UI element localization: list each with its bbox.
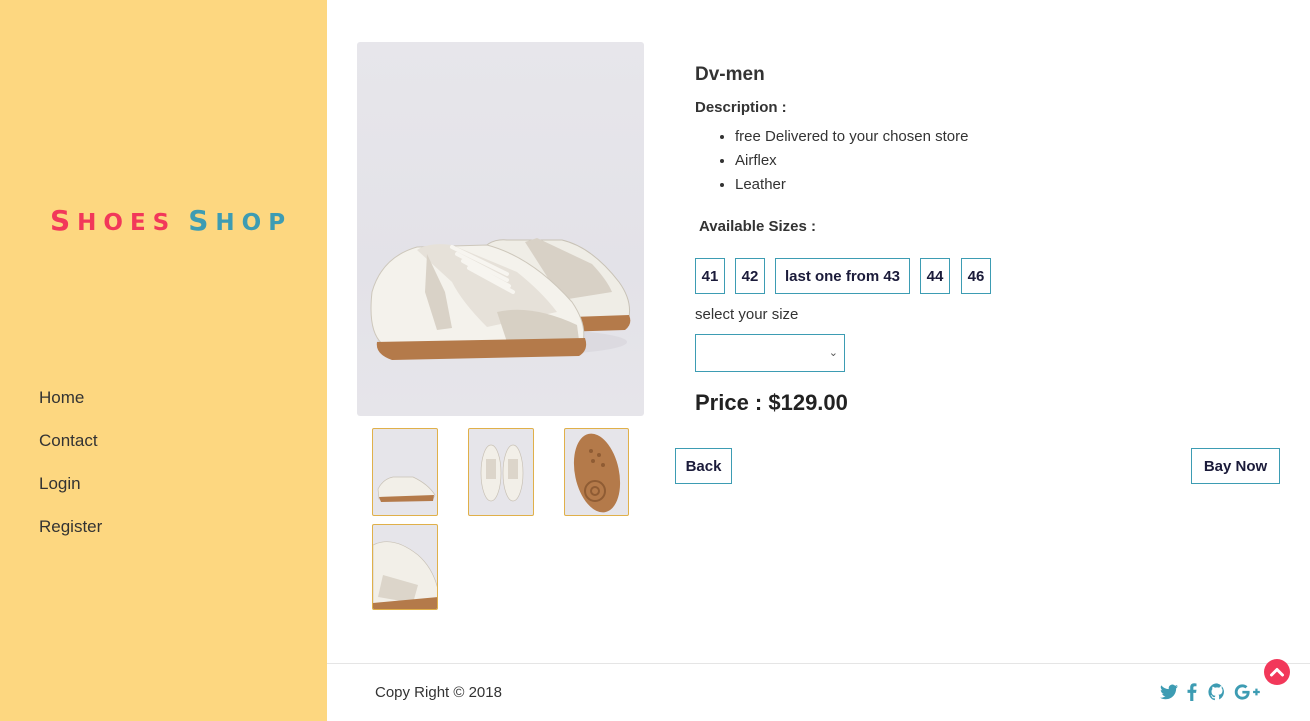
sidebar-nav: Home Contact Login Register <box>39 386 102 558</box>
facebook-icon[interactable] <box>1185 681 1199 703</box>
brand-word-2: hop <box>215 210 293 236</box>
product-main-image <box>357 42 644 416</box>
description-item: Airflex <box>735 151 968 175</box>
description-label: Description : <box>695 99 787 116</box>
size-button-43[interactable]: last one from 43 <box>775 258 910 294</box>
google-plus-icon[interactable] <box>1233 681 1261 703</box>
product-title: Dv-men <box>695 64 765 85</box>
available-sizes-label: Available Sizes : <box>699 218 816 235</box>
brand-initial-1: S <box>50 204 78 237</box>
thumbnail-top-view[interactable] <box>468 428 534 516</box>
footer: Copy Right © 2018 <box>327 663 1310 721</box>
twitter-icon[interactable] <box>1159 681 1179 703</box>
chevron-down-icon: ⌄ <box>828 347 838 359</box>
brand-initial-2: S <box>188 204 216 237</box>
back-button[interactable]: Back <box>675 448 732 484</box>
sidebar: Shoes Shop Home Contact Login Register <box>0 0 327 721</box>
copyright-text: Copy Right © 2018 <box>375 684 502 701</box>
product-price: Price : $129.00 <box>695 390 848 415</box>
size-button-44[interactable]: 44 <box>920 258 950 294</box>
thumbnail-side-view[interactable] <box>372 428 438 516</box>
description-item: Leather <box>735 175 968 199</box>
buy-now-button[interactable]: Bay Now <box>1191 448 1280 484</box>
nav-item-login[interactable]: Login <box>39 472 102 515</box>
size-button-42[interactable]: 42 <box>735 258 765 294</box>
brand-logo[interactable]: Shoes Shop <box>50 204 292 237</box>
description-item: free Delivered to your chosen store <box>735 127 968 151</box>
brand-word-1: hoes <box>77 210 177 236</box>
github-icon[interactable] <box>1207 681 1227 703</box>
chevron-up-icon[interactable] <box>1264 659 1290 685</box>
size-button-41[interactable]: 41 <box>695 258 725 294</box>
description-list: free Delivered to your chosen store Airf… <box>735 127 968 199</box>
select-size-label: select your size <box>695 306 799 323</box>
size-button-46[interactable]: 46 <box>961 258 991 294</box>
thumbnail-sole-view[interactable] <box>564 428 629 516</box>
nav-item-register[interactable]: Register <box>39 515 102 558</box>
size-select[interactable]: ⌄ <box>695 334 845 372</box>
nav-item-contact[interactable]: Contact <box>39 429 102 472</box>
nav-item-home[interactable]: Home <box>39 386 102 429</box>
thumbnail-closeup-view[interactable] <box>372 524 438 610</box>
